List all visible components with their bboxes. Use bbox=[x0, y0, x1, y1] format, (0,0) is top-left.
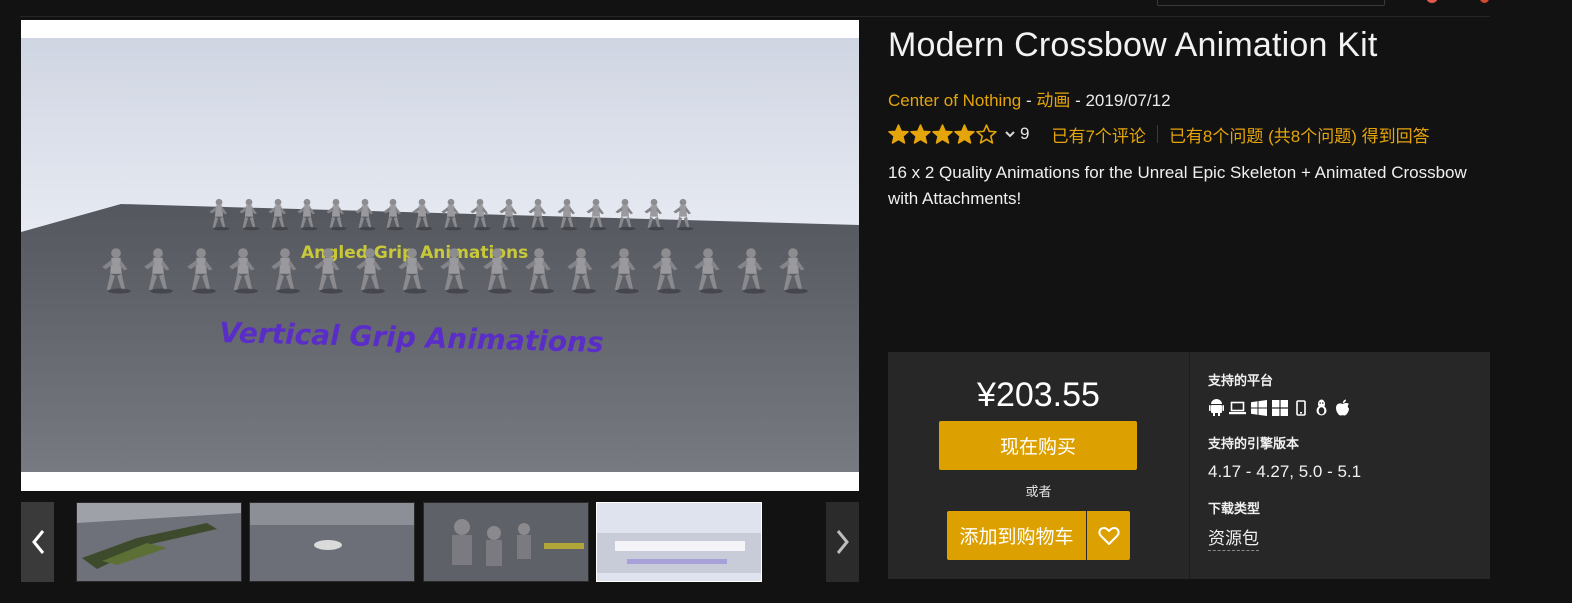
heart-icon bbox=[1097, 526, 1120, 545]
search-box[interactable] bbox=[1157, 0, 1385, 6]
engine-versions: 4.17 - 4.27, 5.0 - 5.1 bbox=[1208, 462, 1362, 481]
wishlist-button[interactable] bbox=[1087, 511, 1130, 560]
product-description: 16 x 2 Quality Animations for the Unreal… bbox=[888, 163, 1467, 208]
product-title: Modern Crossbow Animation Kit bbox=[888, 26, 1378, 64]
price: ¥203.55 bbox=[977, 376, 1100, 414]
meta-separator-1: - bbox=[1021, 91, 1037, 110]
animation-preview-scene: Angled Grip Animations Vertical Grip Ani… bbox=[21, 20, 859, 491]
engine-versions-label: 支持的引擎版本 bbox=[1208, 437, 1300, 452]
windows-icon bbox=[1250, 399, 1267, 416]
chevron-right-icon bbox=[836, 530, 849, 554]
rating-count: 9 bbox=[1020, 124, 1030, 143]
purchase-panel: ¥203.55 现在购买 或者 添加到购物车 支持的平台 支持的引擎版本 4.1… bbox=[888, 352, 1490, 579]
cart-dot[interactable] bbox=[1480, 0, 1489, 3]
seller-link[interactable]: Center of Nothing bbox=[888, 91, 1021, 110]
gallery-main-image[interactable]: Angled Grip Animations Vertical Grip Ani… bbox=[21, 20, 859, 491]
or-label: 或者 bbox=[1025, 485, 1052, 500]
reviews-link[interactable]: 已有7个评论 bbox=[1051, 122, 1145, 147]
download-type-label: 下载类型 bbox=[1208, 502, 1261, 517]
star-filled-icon bbox=[910, 123, 931, 144]
product-meta: Center of Nothing - 动画 - 2019/07/12 bbox=[888, 86, 1171, 111]
header-divider bbox=[20, 16, 1490, 17]
meta-separator-2: - bbox=[1070, 91, 1086, 110]
thumbnail-strip bbox=[21, 502, 859, 582]
release-date: 2019/07/12 bbox=[1085, 91, 1171, 110]
rating-row: 9 已有7个评论 已有8个问题 (共8个问题) 得到回答 bbox=[888, 122, 1430, 146]
platforms-label: 支持的平台 bbox=[1208, 374, 1274, 389]
thumbnail-3[interactable] bbox=[423, 502, 589, 582]
category-link[interactable]: 动画 bbox=[1036, 91, 1070, 110]
thumbnail-4-selected[interactable] bbox=[596, 502, 762, 582]
chevron-down-icon[interactable] bbox=[1004, 129, 1016, 139]
mobile-icon bbox=[1292, 399, 1309, 416]
star-filled-icon bbox=[888, 123, 909, 144]
platform-icons bbox=[1208, 399, 1351, 416]
star-filled-icon bbox=[932, 123, 953, 144]
buy-now-button[interactable]: 现在购买 bbox=[939, 421, 1137, 470]
star-filled-icon bbox=[954, 123, 975, 144]
android-icon bbox=[1208, 399, 1225, 416]
rating-stars[interactable] bbox=[888, 123, 998, 145]
add-to-cart-button[interactable]: 添加到购物车 bbox=[947, 511, 1086, 560]
chevron-left-icon bbox=[31, 530, 44, 554]
apple-icon bbox=[1334, 399, 1351, 416]
linux-icon bbox=[1313, 399, 1330, 416]
download-type[interactable]: 资源包 bbox=[1208, 524, 1259, 551]
divider bbox=[1156, 125, 1158, 143]
gallery-next-button[interactable] bbox=[826, 502, 859, 582]
questions-link[interactable]: 已有8个问题 (共8个问题) 得到回答 bbox=[1169, 122, 1430, 147]
laptop-icon bbox=[1229, 399, 1246, 416]
panel-divider bbox=[1189, 352, 1190, 579]
star-empty-icon bbox=[976, 123, 997, 144]
gallery-prev-button[interactable] bbox=[21, 502, 54, 582]
notification-dot[interactable] bbox=[1426, 0, 1438, 3]
thumbnail-2[interactable] bbox=[249, 502, 415, 582]
windows-icon bbox=[1271, 399, 1288, 416]
thumbnail-1[interactable] bbox=[76, 502, 242, 582]
